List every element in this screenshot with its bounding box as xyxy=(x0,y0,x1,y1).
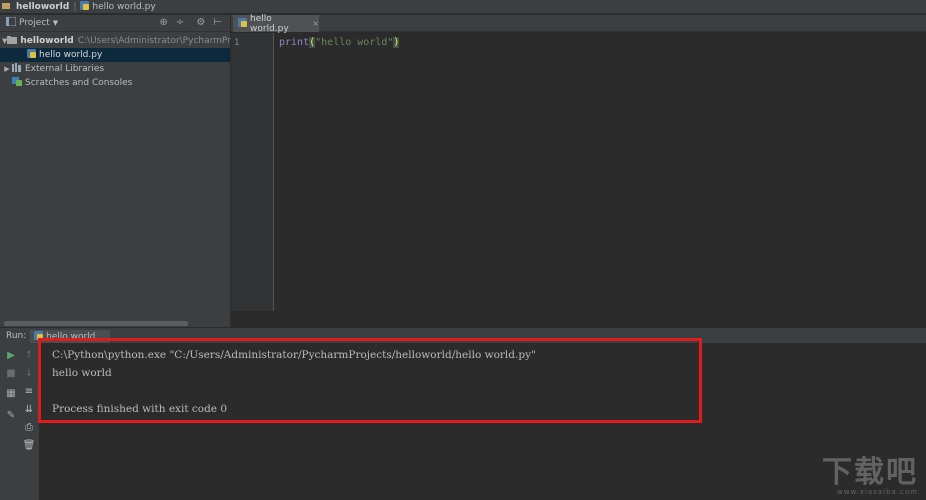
code-string-literal: "hello world" xyxy=(315,37,394,48)
project-panel-title: Project xyxy=(19,18,50,28)
breadcrumb-separator: | xyxy=(73,1,77,12)
scroll-down-icon[interactable]: ↓ xyxy=(22,366,36,380)
navigation-bar: helloworld | hello world.py xyxy=(0,0,926,14)
project-panel: Project ▼ ⊕ ÷ ⚙ ⊢ ▼ helloworld C:\Users\… xyxy=(0,15,307,327)
tree-item-scratches[interactable]: Scratches and Consoles xyxy=(0,76,230,90)
run-label: Run: xyxy=(6,330,27,341)
chevron-down-icon: ▼ xyxy=(52,19,59,27)
layout-icon[interactable]: ▦ xyxy=(4,386,18,400)
close-icon[interactable]: × xyxy=(312,19,319,28)
line-number-gutter: 1 xyxy=(231,33,274,311)
watermark-title: 下载吧 xyxy=(822,455,918,490)
code-line[interactable]: print("hello world") xyxy=(279,37,400,48)
code-function-name: print xyxy=(279,37,310,48)
soft-wrap-icon[interactable]: ≡ xyxy=(22,384,36,398)
watermark-url: www.xiazaiba.com xyxy=(837,488,918,496)
tree-item-helloworld[interactable]: ▼ helloworld C:\Users\Administrator\Pych… xyxy=(0,34,307,48)
hide-panel-icon[interactable]: ⊢ xyxy=(213,17,222,28)
line-number: 1 xyxy=(234,38,240,48)
python-file-icon xyxy=(238,17,247,30)
rerun-icon[interactable]: ▶ xyxy=(4,348,18,362)
trash-icon[interactable]: 🗑 xyxy=(22,438,36,452)
tree-item-label: Scratches and Consoles xyxy=(25,78,133,88)
tree-item-label: helloworld xyxy=(20,36,74,46)
folder-icon xyxy=(2,1,10,12)
horizontal-scrollbar[interactable] xyxy=(4,321,188,326)
tab-label: hello world.py xyxy=(250,13,289,34)
library-icon xyxy=(12,63,22,75)
code-close-paren: ) xyxy=(393,37,400,48)
python-file-icon xyxy=(27,49,36,61)
collapse-all-icon[interactable]: ÷ xyxy=(176,17,184,28)
project-view-icon xyxy=(5,16,17,29)
highlight-annotation-box xyxy=(38,338,702,423)
scroll-up-icon[interactable]: ↑ xyxy=(22,348,36,362)
scroll-to-end-icon[interactable]: ⇊ xyxy=(22,402,36,416)
tree-item-label: hello world.py xyxy=(39,50,103,60)
run-toolbar: ▶ ↑ ■ ↓ ▦ ≡ ✎ ⇊ ⎙ 🗑 xyxy=(0,343,40,500)
tab-hello-world-py[interactable]: hello world.py × xyxy=(233,13,319,34)
tree-item-external-libraries[interactable]: ▶ External Libraries xyxy=(0,62,230,76)
python-file-icon xyxy=(80,0,90,13)
project-tree: ▼ helloworld C:\Users\Administrator\Pych… xyxy=(0,32,307,90)
editor-tab-bar: hello world.py × xyxy=(231,13,926,34)
project-panel-header: Project ▼ ⊕ ÷ ⚙ ⊢ xyxy=(0,15,230,32)
code-editor[interactable]: 1 print("hello world") xyxy=(231,33,926,327)
watermark-logo: 下载吧 www.xiazaiba.com xyxy=(822,455,918,497)
breadcrumb-file[interactable]: hello world.py xyxy=(92,2,155,12)
print-icon[interactable]: ⎙ xyxy=(22,420,36,434)
stop-icon[interactable]: ■ xyxy=(4,366,18,380)
tree-item-hello-world-py[interactable]: hello world.py xyxy=(0,48,230,62)
locate-file-icon[interactable]: ⊕ xyxy=(160,17,168,28)
breadcrumb-project[interactable]: helloworld xyxy=(16,2,69,12)
folder-icon xyxy=(7,35,18,47)
collapsed-arrow-icon[interactable]: ▶ xyxy=(2,65,12,73)
scratches-icon xyxy=(12,77,22,89)
gear-icon[interactable]: ⚙ xyxy=(196,17,205,28)
pin-icon[interactable]: ✎ xyxy=(4,408,18,422)
tree-item-label: External Libraries xyxy=(25,64,105,74)
project-view-selector[interactable]: Project ▼ xyxy=(5,16,59,29)
